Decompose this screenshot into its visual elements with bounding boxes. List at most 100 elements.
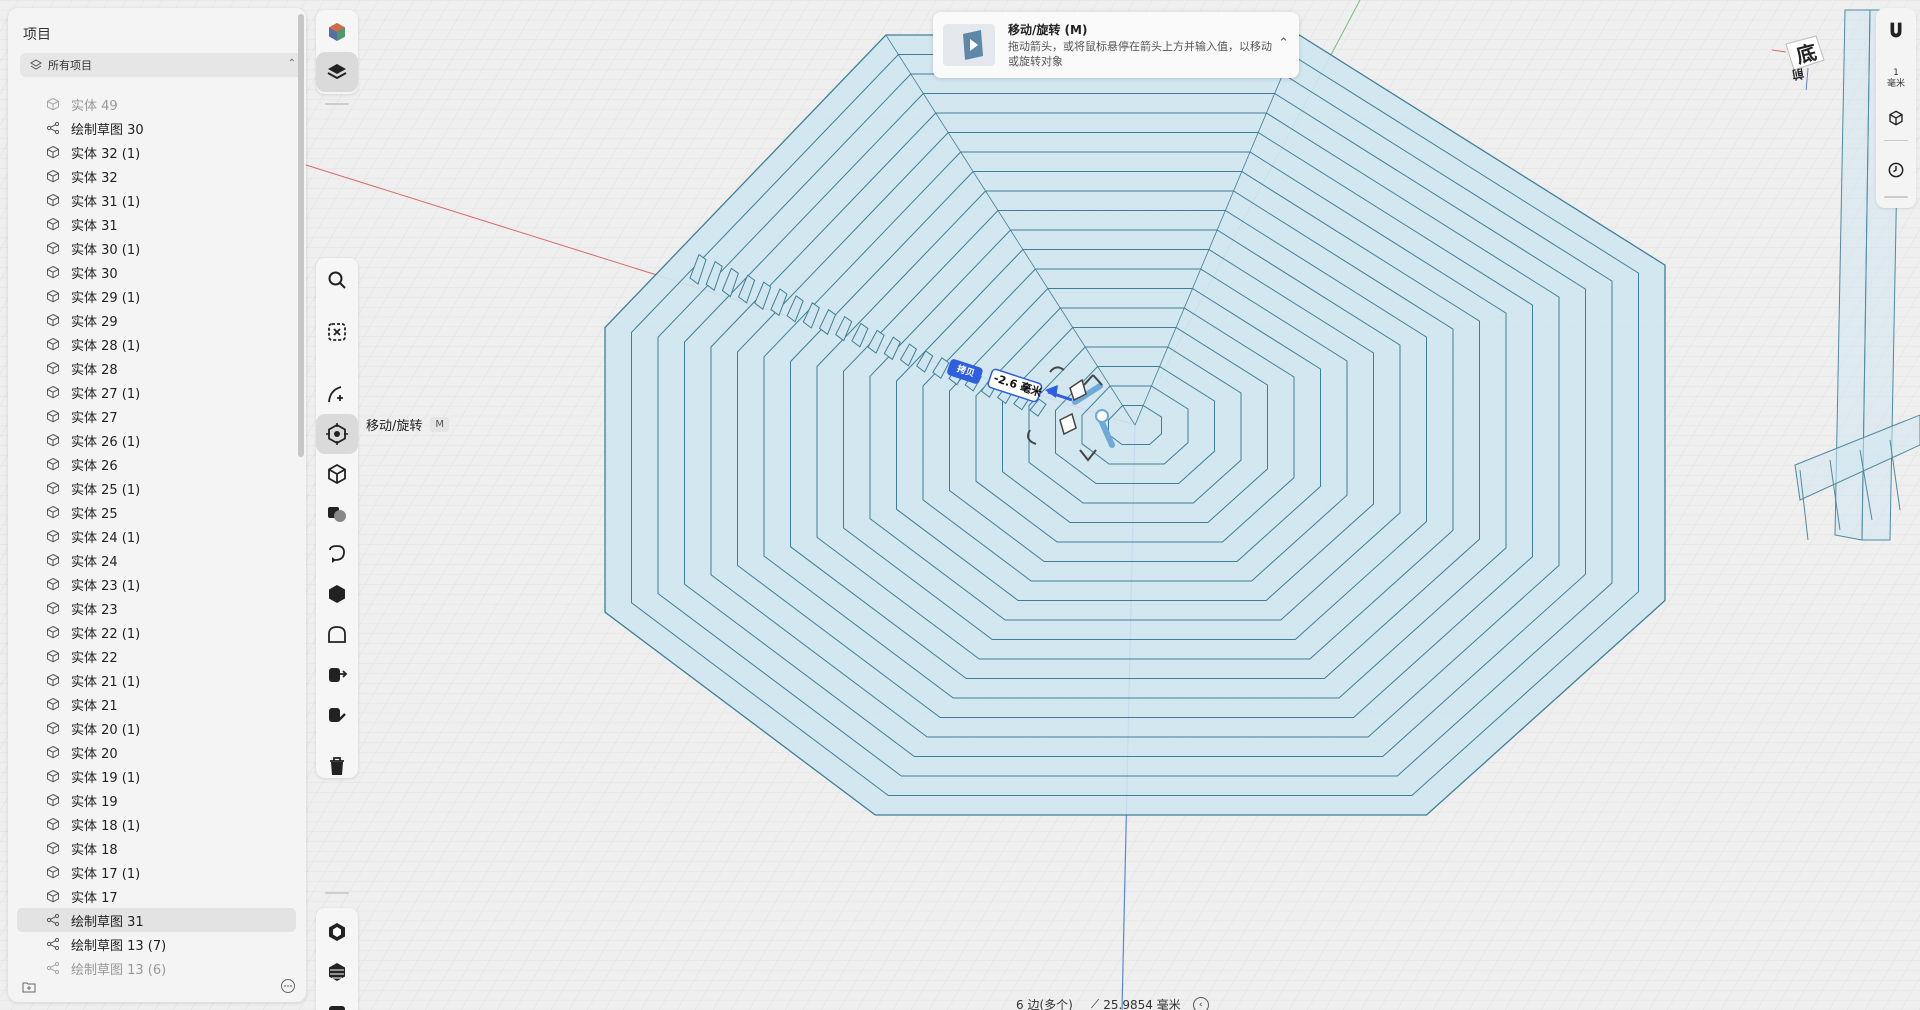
solid-item-icon <box>46 865 60 879</box>
more-options-icon[interactable] <box>280 978 296 994</box>
solid-item-icon <box>46 217 60 231</box>
tree-item[interactable]: 实体 23 (1) <box>8 572 304 596</box>
project-tree: 实体 49 绘制草图 30 实体 32 (1) 实体 32 实体 31 (1) 实体 31… <box>8 92 304 980</box>
collapse-chevron-icon[interactable]: ⌃ <box>1278 36 1289 51</box>
history-button[interactable] <box>1884 158 1908 182</box>
tree-item[interactable]: 实体 27 <box>8 404 304 428</box>
solid-item-icon <box>46 577 60 591</box>
search-button[interactable] <box>316 260 358 300</box>
tree-item[interactable]: 实体 29 (1) <box>8 284 304 308</box>
tree-item-label: 实体 22 (1) <box>71 626 141 642</box>
unit-setting[interactable]: 1 毫米 <box>1876 68 1916 90</box>
tree-item[interactable]: 实体 24 (1) <box>8 524 304 548</box>
primitive-icon <box>328 463 346 485</box>
tree-item[interactable]: 实体 32 (1) <box>8 140 304 164</box>
boolean-button[interactable] <box>316 494 358 534</box>
move-rotate-button[interactable] <box>316 414 358 454</box>
export-button[interactable] <box>316 654 358 694</box>
tree-item[interactable]: 实体 25 (1) <box>8 476 304 500</box>
tree-item[interactable]: 实体 49 <box>8 92 304 116</box>
chevron-left-icon[interactable]: ‹ <box>1192 996 1209 1010</box>
solid-item-icon <box>47 865 59 879</box>
tree-item[interactable]: 实体 28 (1) <box>8 332 304 356</box>
tree-item-label: 实体 22 <box>71 650 118 666</box>
tree-item[interactable]: 实体 20 <box>8 740 304 764</box>
tree-item-label: 绘制草图 30 <box>71 122 144 138</box>
layers-button[interactable] <box>316 52 358 92</box>
tree-item[interactable]: 实体 17 <box>8 884 304 908</box>
solid-item-icon <box>47 697 59 711</box>
tree-item[interactable]: 实体 18 (1) <box>8 812 304 836</box>
fillet-button[interactable] <box>316 614 358 654</box>
tree-item[interactable]: 实体 32 <box>8 164 304 188</box>
primitive-button[interactable] <box>316 454 358 494</box>
view-cube-toggle[interactable] <box>1884 106 1908 130</box>
solid-item-icon <box>47 409 59 423</box>
sketch-item-icon <box>46 961 60 975</box>
tree-item[interactable]: 实体 27 (1) <box>8 380 304 404</box>
move-rotate-icon <box>326 423 348 445</box>
tree-item-label: 实体 28 (1) <box>71 338 141 354</box>
snap-button[interactable] <box>1884 18 1908 42</box>
view-cube[interactable]: 底 前 <box>1771 30 1832 93</box>
tree-item[interactable]: 实体 30 <box>8 260 304 284</box>
new-folder-icon[interactable] <box>22 980 36 994</box>
sketch-icon <box>328 386 343 403</box>
material-button[interactable] <box>316 912 358 952</box>
tree-item[interactable]: 实体 26 (1) <box>8 428 304 452</box>
appearance-button[interactable] <box>316 12 358 52</box>
tree-item[interactable]: 实体 25 <box>8 500 304 524</box>
deselect-button[interactable] <box>316 312 358 352</box>
tree-item[interactable]: 实体 23 <box>8 596 304 620</box>
tree-item[interactable]: 实体 28 <box>8 356 304 380</box>
print-button[interactable] <box>316 990 358 1010</box>
tree-item[interactable]: 实体 18 <box>8 836 304 860</box>
solid-item-icon <box>46 769 60 783</box>
tree-item[interactable]: 实体 22 (1) <box>8 620 304 644</box>
tree-item[interactable]: 实体 17 (1) <box>8 860 304 884</box>
tree-item[interactable]: 实体 29 <box>8 308 304 332</box>
delete-button[interactable] <box>316 746 358 786</box>
sketch-button[interactable] <box>316 374 358 414</box>
sketch-item-icon <box>46 913 60 927</box>
tree-item[interactable]: 绘制草图 13 (6) <box>8 956 304 980</box>
solid-item-icon <box>46 505 60 519</box>
revolve-button[interactable] <box>316 534 358 574</box>
tree-item[interactable]: 实体 19 <box>8 788 304 812</box>
tree-item-label: 绘制草图 13 (6) <box>71 962 167 978</box>
solid-item-icon <box>46 337 60 351</box>
tree-item[interactable]: 实体 20 (1) <box>8 716 304 740</box>
tree-item[interactable]: 实体 31 (1) <box>8 188 304 212</box>
tree-item-label: 实体 30 <box>71 266 118 282</box>
tree-item-label: 实体 25 <box>71 506 118 522</box>
tree-item[interactable]: 实体 26 <box>8 452 304 476</box>
solid-item-icon <box>46 385 60 399</box>
length-value: 25.9854 毫米 <box>1103 998 1181 1010</box>
solid-button[interactable] <box>316 574 358 614</box>
tree-item[interactable]: 实体 31 <box>8 212 304 236</box>
tree-item[interactable]: 绘制草图 30 <box>8 116 304 140</box>
tree-item-label: 实体 17 (1) <box>71 866 141 882</box>
tree-item[interactable]: 实体 22 <box>8 644 304 668</box>
tree-item[interactable]: 实体 24 <box>8 548 304 572</box>
tree-item[interactable]: 实体 19 (1) <box>8 764 304 788</box>
tree-item[interactable]: 实体 21 (1) <box>8 668 304 692</box>
filter-dropdown[interactable]: 所有项目 ⌃ <box>20 53 304 77</box>
solid-item-icon <box>47 145 59 159</box>
tree-item[interactable]: 绘制草图 13 (7) <box>8 932 304 956</box>
solid-item-icon <box>46 697 60 711</box>
project-panel: 项目 所有项目 ⌃ 实体 49 绘制草图 30 实体 32 (1) 实体 32 实体 3… <box>8 8 306 1002</box>
tree-item-label: 实体 18 (1) <box>71 818 141 834</box>
hatch-button[interactable] <box>316 952 358 992</box>
solid-item-icon <box>47 601 59 615</box>
panel-title: 项目 <box>23 27 51 43</box>
solid-item-icon <box>46 745 60 759</box>
panel-scrollbar[interactable] <box>298 14 304 457</box>
solid-item-icon <box>47 169 59 183</box>
tree-item[interactable]: 绘制草图 31 <box>17 908 296 932</box>
tool-tooltip: 移动/旋转 M <box>366 412 450 436</box>
tree-item[interactable]: 实体 21 <box>8 692 304 716</box>
tree-item[interactable]: 实体 30 (1) <box>8 236 304 260</box>
edit-button[interactable] <box>316 694 358 734</box>
video-play-icon <box>963 30 983 60</box>
